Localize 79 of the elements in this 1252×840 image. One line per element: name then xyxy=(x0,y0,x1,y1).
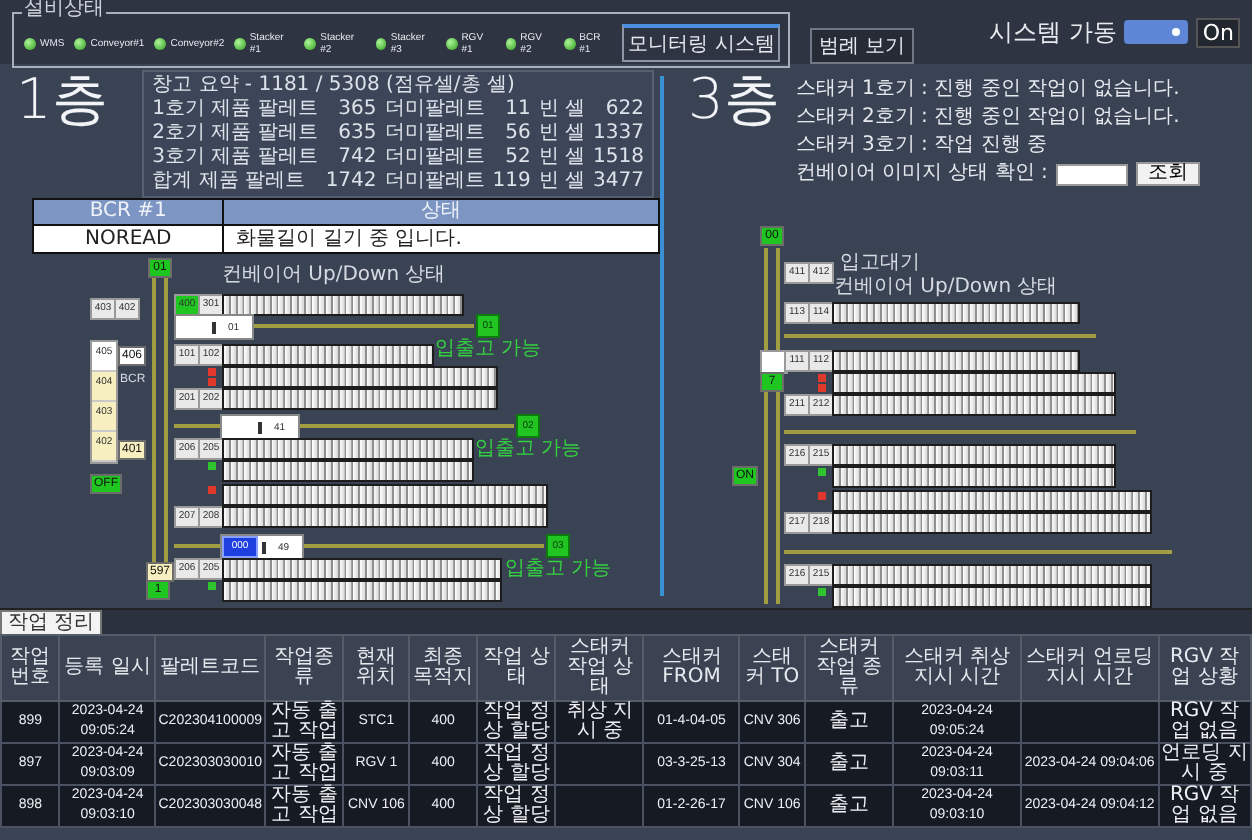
check-label: 컨베이어 이미지 상태 확인 : xyxy=(795,162,1048,186)
toggle-state-label: On xyxy=(1196,17,1240,47)
table-cell: NOREAD xyxy=(33,225,224,253)
summary-text: 11 xyxy=(503,98,531,122)
status-message: 스태커 3호기 : 작업 진행 중 xyxy=(795,134,1049,158)
summary-text: 빈 셀 xyxy=(538,170,586,194)
summary-text: 1742 xyxy=(325,170,377,194)
summary-text: 3477 xyxy=(593,170,644,194)
marker-icon xyxy=(258,421,262,433)
summary-text: 1518 xyxy=(593,146,644,170)
table-header: 상태 xyxy=(223,199,659,225)
summary-text: 빈 셀 xyxy=(538,98,586,122)
work-tab[interactable]: 작업 정리 xyxy=(0,610,103,634)
summary-title: 창고 요약 - 1181 / 5308 (점유셀/총 셀) xyxy=(152,74,517,98)
table-cell: 취상 지시 중 xyxy=(555,701,644,743)
summary-text: 빈 셀 xyxy=(538,122,586,146)
table-cell: 언로딩 지시 중 xyxy=(1158,743,1251,785)
column-header: 스태커 작업 상태 xyxy=(555,635,644,701)
status-message: 스태커 2호기 : 진행 중인 작업이 없습니다. xyxy=(795,106,1182,130)
marker-icon xyxy=(212,321,216,333)
column-header: 현재 위치 xyxy=(343,635,410,701)
table-cell: RGV 작업 없음 xyxy=(1158,785,1251,827)
summary-text: 더미팔레트 xyxy=(384,122,485,146)
column-header: RGV 작업 상황 xyxy=(1158,635,1251,701)
legend-button[interactable]: 범례 보기 xyxy=(810,28,914,64)
column-header: 작업 번호 xyxy=(1,635,60,701)
column-header: 스태커 FROM xyxy=(643,635,740,701)
table-cell: 출고 xyxy=(805,785,893,827)
table-cell: 화물길이 길기 중 입니다. xyxy=(223,225,659,253)
station-status: 입출고 가능 xyxy=(434,338,542,360)
table-cell: 작업 정상 할당 xyxy=(477,785,556,827)
station-status: 입출고 가능 xyxy=(504,558,612,580)
toggle-switch[interactable] xyxy=(1124,20,1189,44)
column-header: 스태커 언로딩 지시 시간 xyxy=(1021,635,1159,701)
system-run-label: 시스템 가동 xyxy=(989,15,1117,49)
summary-text: 빈 셀 xyxy=(538,146,586,170)
table-cell: 출고 xyxy=(805,743,893,785)
column-header: 스태커 작업 종류 xyxy=(805,635,893,701)
table-cell: 자동 출고 작업 xyxy=(265,701,344,743)
column-header: 작업종류 xyxy=(265,635,344,701)
summary-text: 더미팔레트 xyxy=(384,170,485,194)
summary-text: 52 xyxy=(503,146,531,170)
table-cell: 출고 xyxy=(805,701,893,743)
station-status: 입출고 가능 xyxy=(474,438,582,460)
summary-text: 1호기 제품 팔레트 xyxy=(152,98,318,122)
table-cell: 자동 출고 작업 xyxy=(265,743,344,785)
summary-text: 635 xyxy=(336,122,377,146)
column-header: 팔레트코드 xyxy=(155,635,266,701)
summary-text: 1337 xyxy=(593,122,644,146)
column-header: 스태커 취상 지시 시간 xyxy=(893,635,1021,701)
column-header: 작업 상태 xyxy=(477,635,556,701)
search-button[interactable]: 조회 xyxy=(1135,162,1200,186)
column-header: 등록 일시 xyxy=(59,635,156,701)
summary-text: 2호기 제품 팔레트 xyxy=(152,122,318,146)
marker-icon xyxy=(262,541,266,553)
summary-text: 622 xyxy=(603,98,644,122)
summary-text: 3호기 제품 팔레트 xyxy=(152,146,318,170)
status-message: 스태커 1호기 : 진행 중인 작업이 없습니다. xyxy=(795,78,1182,102)
column-header: 스태커 TO xyxy=(739,635,806,701)
table-cell: 작업 정상 할당 xyxy=(477,701,556,743)
input-field[interactable] xyxy=(1055,163,1128,185)
summary-text: 더미팔레트 xyxy=(384,98,485,122)
table-header: BCR #1 xyxy=(33,199,224,225)
column-header: 최종 목적지 xyxy=(409,635,478,701)
table-cell: RGV 작업 없음 xyxy=(1158,701,1251,743)
summary-text: 더미팔레트 xyxy=(384,146,485,170)
table-cell: 자동 출고 작업 xyxy=(265,785,344,827)
summary-text: 365 xyxy=(336,98,377,122)
diagram-note: 컨베이어 Up/Down 상태 xyxy=(222,264,446,286)
diagram-note: 컨베이어 Up/Down 상태 xyxy=(834,276,1058,298)
summary-text: 742 xyxy=(336,146,377,170)
floor-title: 3층 xyxy=(688,70,780,136)
summary-text: 합계 제품 팔레트 xyxy=(152,170,307,194)
diagram-note: 입고대기 xyxy=(840,252,920,274)
summary-text: 119 xyxy=(492,170,531,194)
summary-text: 56 xyxy=(503,122,531,146)
floor-title: 1층 xyxy=(16,70,108,130)
table-cell: 작업 정상 할당 xyxy=(477,743,556,785)
monitoring-button[interactable]: 모니터링 시스템 xyxy=(622,24,781,62)
